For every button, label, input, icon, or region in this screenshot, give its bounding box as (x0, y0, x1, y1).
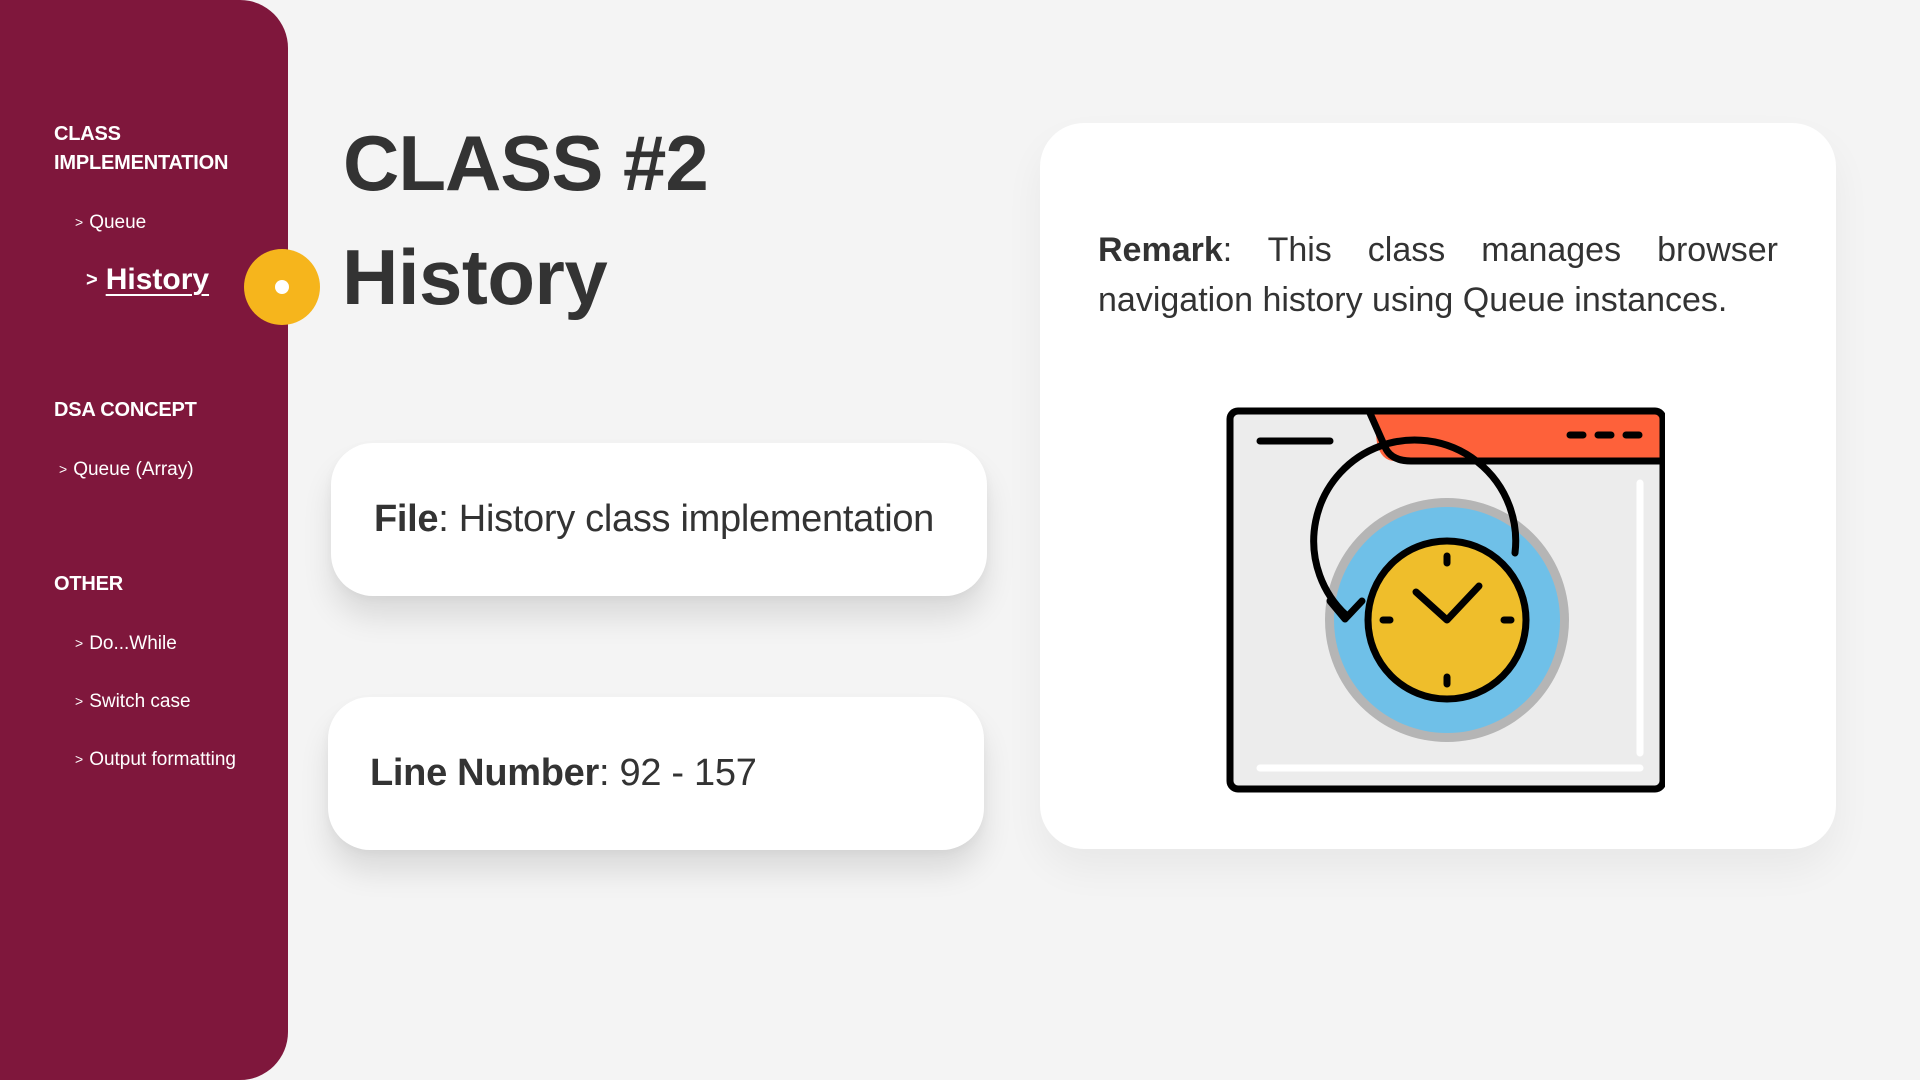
page-title: CLASS #2 (343, 119, 709, 207)
marker-dot (275, 280, 289, 294)
line-number-info: Line Number: 92 - 157 (370, 752, 757, 795)
sidebar-item-do-while[interactable]: > Do...While (75, 631, 177, 656)
sidebar-section-title-line: CLASS (54, 123, 121, 145)
file-info: File: History class implementation (374, 498, 934, 541)
chevron-right-icon: > (75, 693, 84, 709)
remark-panel: Remark: This class manages browser navig… (1040, 123, 1836, 849)
remark-text: Remark: This class manages browser navig… (1098, 225, 1778, 325)
sidebar: CLASS IMPLEMENTATION > Queue > History DSA… (0, 0, 288, 1080)
sidebar-item-history[interactable]: > History (86, 265, 209, 295)
sidebar-item-queue[interactable]: > Queue (75, 210, 146, 235)
sidebar-item-label: Switch case (89, 691, 191, 712)
sidebar-section-title-dsa-concept: DSA CONCEPT (54, 399, 197, 421)
line-number-separator: : (598, 752, 610, 794)
chevron-right-icon: > (59, 461, 68, 477)
sidebar-item-label: Queue (89, 212, 147, 233)
slide: CLASS IMPLEMENTATION > Queue > History DSA… (0, 0, 1920, 1080)
sidebar-item-queue-array[interactable]: > Queue (Array) (59, 457, 194, 482)
chevron-right-icon: > (75, 214, 84, 230)
sidebar-item-switch-case[interactable]: > Switch case (75, 689, 191, 714)
sidebar-item-label: Queue (Array) (73, 459, 194, 480)
chevron-right-icon: > (75, 751, 84, 767)
chevron-right-icon: > (75, 635, 84, 651)
sidebar-section-title-other: OTHER (54, 573, 124, 595)
file-separator: : (438, 498, 449, 540)
file-card: File: History class implementation (331, 443, 987, 596)
sidebar-section-title-line: IMPLEMENTATION (54, 152, 229, 174)
remark-separator: : (1222, 231, 1233, 269)
browser-tab-bar (1373, 411, 1663, 461)
line-number-label: Line Number (370, 752, 599, 794)
browser-history-clock-icon (1226, 407, 1665, 793)
sidebar-section-title-class-implementation: CLASS IMPLEMENTATION (54, 120, 274, 178)
remark-label: Remark (1098, 231, 1223, 269)
sidebar-item-label: History (105, 263, 210, 296)
active-item-marker (244, 249, 320, 325)
sidebar-item-label: Do...While (89, 633, 177, 654)
line-number-value: 92 - 157 (619, 752, 757, 794)
sidebar-item-label: Output formatting (89, 749, 236, 770)
file-label: File (374, 498, 439, 540)
sidebar-item-output-formatting[interactable]: > Output formatting (75, 747, 236, 772)
line-number-card: Line Number: 92 - 157 (328, 697, 984, 850)
chevron-right-icon: > (86, 269, 98, 291)
page-subtitle: History (342, 233, 608, 321)
file-value: History class implementation (458, 498, 935, 540)
